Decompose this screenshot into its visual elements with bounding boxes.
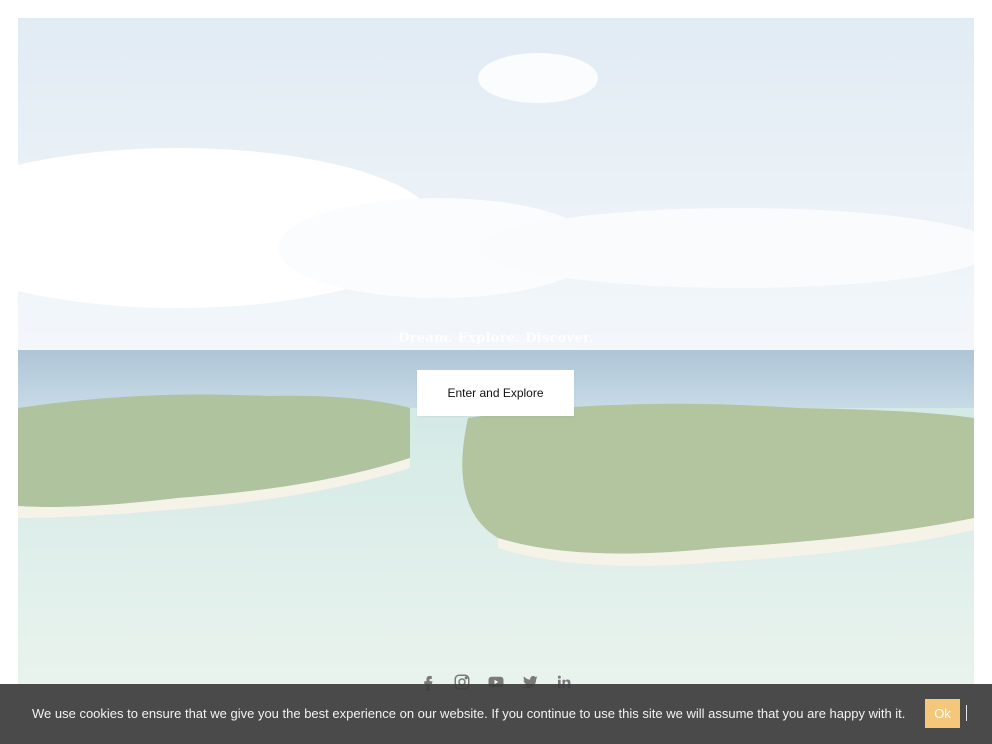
hero-section: Dream. Explore. Discover. Enter and Expl… bbox=[18, 18, 974, 724]
divider bbox=[966, 705, 967, 721]
cookie-ok-button[interactable]: Ok bbox=[925, 699, 960, 728]
hero-tagline: Dream. Explore. Discover. bbox=[398, 331, 594, 346]
cookie-message: We use cookies to ensure that we give yo… bbox=[32, 706, 906, 721]
enter-and-explore-button[interactable]: Enter and Explore bbox=[417, 370, 574, 416]
cookie-consent-bar: We use cookies to ensure that we give yo… bbox=[0, 684, 992, 744]
